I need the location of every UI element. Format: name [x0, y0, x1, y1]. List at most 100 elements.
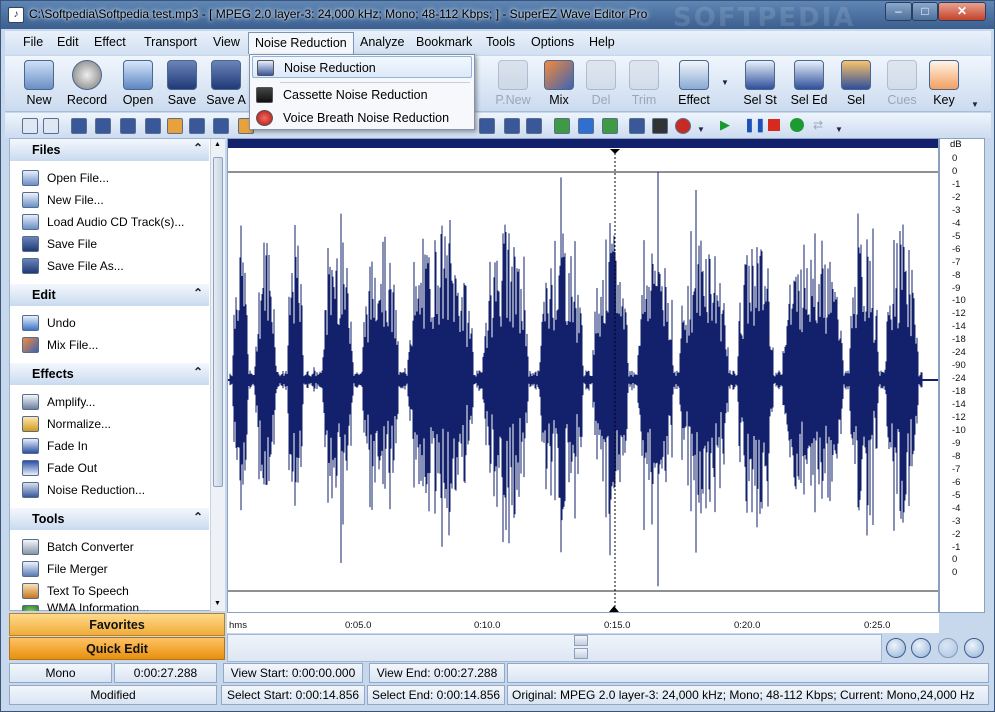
sidebar-text-to-speech[interactable]: Text To Speech: [22, 581, 208, 601]
sidebar-batch-converter[interactable]: Batch Converter: [22, 537, 208, 557]
favorites-button[interactable]: Favorites: [9, 613, 225, 636]
sidebar-file-merger[interactable]: File Merger: [22, 559, 208, 579]
tool-dropdown-arrow[interactable]: ▼: [697, 125, 705, 134]
quick-edit-button[interactable]: Quick Edit: [9, 637, 225, 660]
marker-icon[interactable]: [189, 118, 205, 134]
zoom-in-icon[interactable]: [886, 638, 906, 658]
wave-view-icon[interactable]: [71, 118, 87, 134]
copy-icon[interactable]: [95, 118, 111, 134]
select-start-button[interactable]: Sel St: [735, 58, 785, 110]
waveform-icon[interactable]: [213, 118, 229, 134]
sidebar-fade-in[interactable]: Fade In: [22, 436, 208, 456]
select-end-button[interactable]: Sel Ed: [784, 58, 834, 110]
scroll-thumb-top[interactable]: [574, 635, 588, 646]
menu-options[interactable]: Options: [531, 35, 574, 49]
menu-item-voice-breath-noise-reduction[interactable]: Voice Breath Noise Reduction: [252, 107, 472, 129]
db-scale: dB 0 0 -1 -2 -3 -4 -5 -6 -7 -8 -9 -10 -12 -14 -18 -24 -9…: [939, 138, 985, 613]
tool-g-icon[interactable]: [629, 118, 645, 134]
minimize-button[interactable]: –: [885, 2, 912, 21]
stop-icon[interactable]: [768, 119, 780, 131]
menu-item-noise-reduction[interactable]: Noise Reduction: [252, 56, 472, 78]
loop-icon[interactable]: ⇄: [813, 118, 823, 132]
sidebar-amplify[interactable]: Amplify...: [22, 392, 208, 412]
app-icon[interactable]: ♪: [8, 7, 24, 23]
sidebar-fade-out[interactable]: Fade Out: [22, 458, 208, 478]
open-button[interactable]: Open: [113, 58, 163, 110]
play-icon[interactable]: ▶: [720, 117, 730, 133]
pause-icon[interactable]: ❚❚: [744, 117, 766, 133]
record-button[interactable]: Record: [62, 58, 112, 110]
toolbar-overflow-icon[interactable]: ▼: [971, 100, 979, 109]
save-button[interactable]: Save: [157, 58, 207, 110]
menu-bookmark[interactable]: Bookmark: [416, 35, 472, 49]
time-ruler[interactable]: hms 0:05.0 0:10.0 0:15.0 0:20.0 0:25.0: [227, 606, 939, 633]
chevron-up-icon[interactable]: ⌃: [193, 141, 203, 155]
task-pane-scrollbar[interactable]: ▲ ▼: [210, 139, 225, 611]
horizontal-scroll[interactable]: [227, 634, 882, 662]
close-button[interactable]: ✕: [938, 2, 986, 21]
section-edit-header[interactable]: Edit ⌃: [10, 284, 209, 306]
section-files-header[interactable]: Files ⌃: [10, 139, 209, 161]
chevron-up-icon[interactable]: ⌃: [193, 365, 203, 379]
zoom-full-icon[interactable]: [964, 638, 984, 658]
menu-transport[interactable]: Transport: [144, 35, 197, 49]
chevron-up-icon[interactable]: ⌃: [193, 286, 203, 300]
tool-i-icon[interactable]: [675, 118, 691, 134]
menu-analyze[interactable]: Analyze: [360, 35, 404, 49]
paste-new-button[interactable]: P.New: [488, 58, 538, 110]
tool-d-icon[interactable]: [554, 118, 570, 134]
tool-e-icon[interactable]: [578, 118, 594, 134]
cursor-top-marker[interactable]: [610, 149, 620, 154]
tool-f-icon[interactable]: [602, 118, 618, 134]
sidebar-mix-file[interactable]: Mix File...: [22, 335, 208, 355]
tool-b-icon[interactable]: [504, 118, 520, 134]
transport-dropdown-arrow[interactable]: ▼: [835, 125, 843, 134]
sidebar-open-file[interactable]: Open File...: [22, 168, 208, 188]
paste-icon[interactable]: [120, 118, 136, 134]
tool-h-icon[interactable]: [652, 118, 668, 134]
sidebar-save-file-as[interactable]: Save File As...: [22, 256, 208, 276]
section-effects-header[interactable]: Effects ⌃: [10, 363, 209, 385]
menu-noise-reduction[interactable]: Noise Reduction: [248, 32, 354, 54]
sidebar-load-cd[interactable]: Load Audio CD Track(s)...: [22, 212, 208, 232]
settings-icon[interactable]: [22, 118, 38, 134]
sidebar-save-file[interactable]: Save File: [22, 234, 208, 254]
chevron-up-icon[interactable]: ⌃: [193, 510, 203, 524]
new-button[interactable]: New: [14, 58, 64, 110]
menu-file[interactable]: File: [23, 35, 43, 49]
zoom-out-icon[interactable]: [911, 638, 931, 658]
menu-item-cassette-noise-reduction[interactable]: Cassette Noise Reduction: [252, 84, 472, 106]
effect-button[interactable]: Effect: [669, 58, 719, 110]
zoom-selection-icon[interactable]: [938, 638, 958, 658]
menu-view[interactable]: View: [213, 35, 240, 49]
sidebar-undo[interactable]: Undo: [22, 313, 208, 333]
tool-c-icon[interactable]: [526, 118, 542, 134]
key-button[interactable]: Key: [919, 58, 969, 110]
sidebar-normalize[interactable]: Normalize...: [22, 414, 208, 434]
title-bar[interactable]: ♪ C:\Softpedia\Softpedia test.mp3 - [ MP…: [1, 1, 994, 33]
menu-tools[interactable]: Tools: [486, 35, 515, 49]
sidebar-new-file[interactable]: New File...: [22, 190, 208, 210]
waveform-view[interactable]: [227, 138, 939, 613]
effect-dropdown-arrow[interactable]: ▼: [721, 78, 729, 87]
scroll-down-icon[interactable]: ▼: [214, 600, 221, 607]
menu-edit[interactable]: Edit: [57, 35, 79, 49]
save-as-button[interactable]: Save A: [201, 58, 251, 110]
scroll-thumb-bottom[interactable]: [574, 648, 588, 659]
menu-help[interactable]: Help: [589, 35, 615, 49]
tool-a-icon[interactable]: [479, 118, 495, 134]
trim-button[interactable]: Trim: [619, 58, 669, 110]
scroll-up-icon[interactable]: ▲: [214, 141, 221, 148]
spectrum-icon[interactable]: [167, 118, 183, 134]
sidebar-wma-information[interactable]: WMA Information...: [22, 603, 208, 611]
maximize-button[interactable]: □: [912, 2, 938, 21]
sidebar-noise-reduction[interactable]: Noise Reduction...: [22, 480, 208, 500]
speaker-icon[interactable]: [43, 118, 59, 134]
section-tools-header[interactable]: Tools ⌃: [10, 508, 209, 530]
cursor-bottom-marker[interactable]: [609, 606, 619, 612]
menu-effect[interactable]: Effect: [94, 35, 126, 49]
scrollbar-thumb[interactable]: [213, 157, 223, 487]
select-button[interactable]: Sel: [831, 58, 881, 110]
paste-mix-icon[interactable]: [145, 118, 161, 134]
record-icon[interactable]: [790, 118, 804, 132]
